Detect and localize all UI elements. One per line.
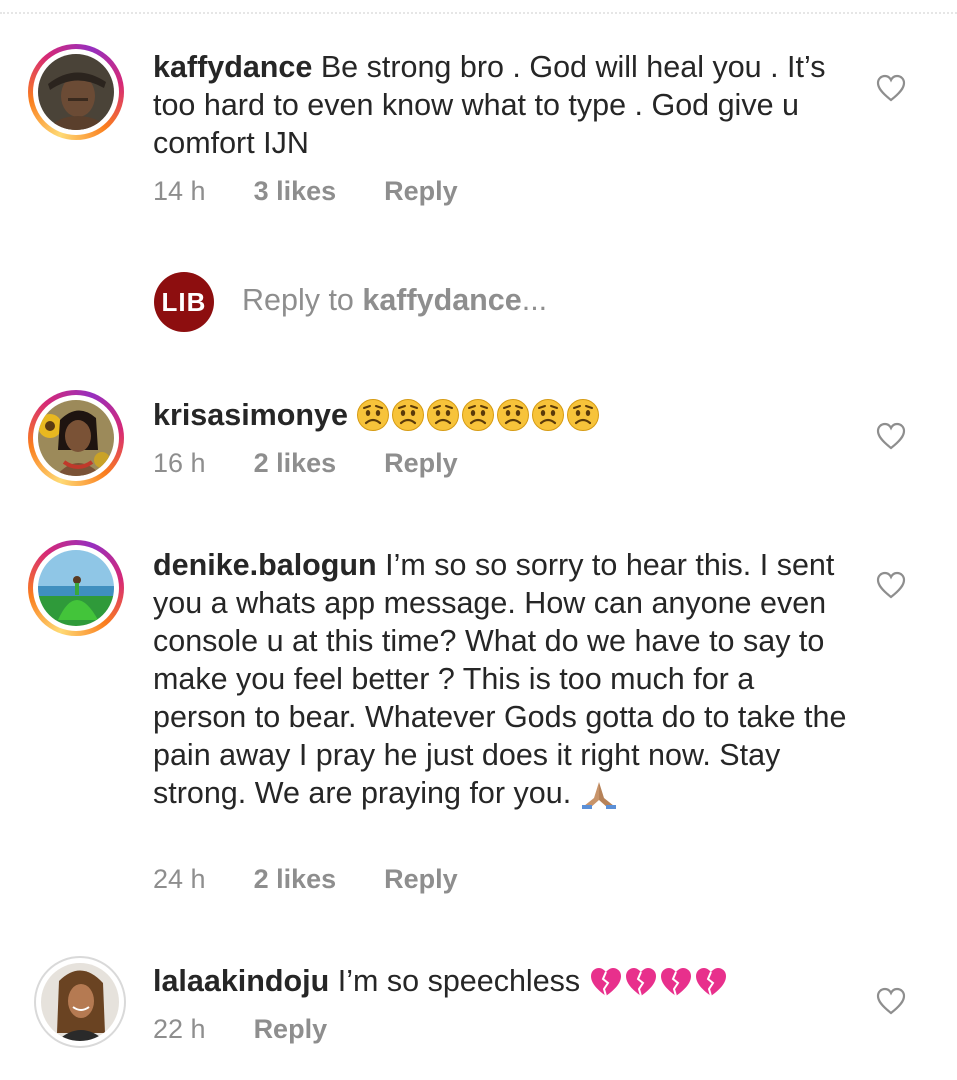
comment-text: I’m so speechless [329,964,589,998]
avatar-story-ring[interactable] [28,44,124,140]
reply-button[interactable]: Reply [254,1014,328,1044]
current-user-avatar: LIB [154,272,214,332]
reply-button[interactable]: Reply [384,864,458,894]
comment-timestamp: 14 h [153,176,206,206]
comment-username[interactable]: lalaakindoju [153,964,329,998]
comment-body: kaffydance Be strong bro . God will heal… [153,48,853,162]
heart-outline-icon[interactable] [876,74,906,102]
broken-heart-emoji-group [589,964,729,998]
worried-face-emoji [391,398,425,441]
avatar [38,550,114,626]
comment-timestamp: 16 h [153,448,206,478]
worried-face-emoji-group [356,398,601,432]
worried-face-emoji [566,398,600,441]
worried-face-emoji [531,398,565,441]
broken-heart-emoji [624,966,658,1007]
comment-likes-count[interactable]: 2 likes [254,864,337,894]
broken-heart-emoji [694,966,728,1007]
comment-username[interactable]: denike.balogun [153,548,377,582]
heart-outline-icon[interactable] [876,422,906,450]
avatar-story-ring[interactable] [28,540,124,636]
avatar [38,400,114,476]
worried-face-emoji [496,398,530,441]
broken-heart-emoji [589,966,623,1007]
worried-face-emoji [461,398,495,441]
heart-outline-icon[interactable] [876,571,906,599]
comment-meta: 22 h Reply [153,1014,327,1045]
person-photo-icon [38,400,114,476]
person-photo-icon [38,54,114,130]
comment-likes-count[interactable]: 3 likes [254,176,337,206]
reply-button[interactable]: Reply [384,448,458,478]
comment-timestamp: 24 h [153,864,206,894]
comment-body: denike.balogun I’m so so sorry to hear t… [153,546,853,819]
comment-meta: 24 h 2 likes Reply [153,864,458,895]
praying-hands-emoji [580,780,618,819]
broken-heart-emoji [659,966,693,1007]
top-divider [0,12,957,14]
reply-composer[interactable]: LIB Reply to kaffydance... [0,272,957,332]
comment-body: krisasimonye [153,396,853,441]
worried-face-emoji [426,398,460,441]
avatar-no-story[interactable] [34,956,126,1048]
comment-body: lalaakindoju I’m so speechless [153,962,853,1007]
comment-likes-count[interactable]: 2 likes [254,448,337,478]
comment-username[interactable]: kaffydance [153,50,312,84]
worried-face-emoji [356,398,390,441]
avatar [38,54,114,130]
person-photo-icon [41,963,119,1041]
comment-meta: 16 h 2 likes Reply [153,448,458,479]
comment-username[interactable]: krisasimonye [153,398,348,432]
avatar [41,963,119,1041]
heart-outline-icon[interactable] [876,987,906,1015]
person-photo-icon [38,550,114,626]
comment-timestamp: 22 h [153,1014,206,1044]
comment-text: I’m so so sorry to hear this. I sent you… [153,548,847,810]
avatar-story-ring[interactable] [28,390,124,486]
reply-button[interactable]: Reply [384,176,458,206]
comment-meta: 14 h 3 likes Reply [153,176,458,207]
reply-input[interactable]: Reply to kaffydance... [242,283,547,318]
